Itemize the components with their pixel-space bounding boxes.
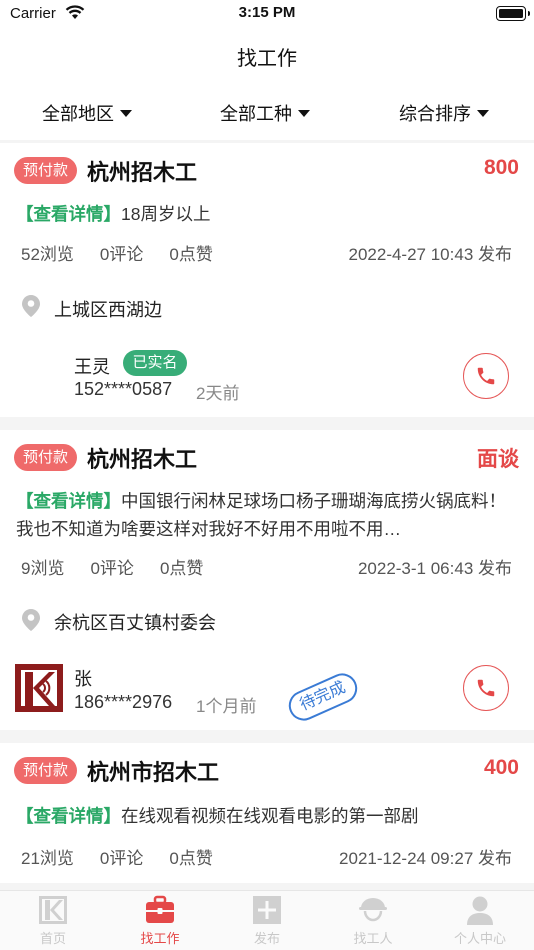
job-salary: 面谈 <box>477 448 519 471</box>
job-card[interactable]: 预付款 杭州市招木工 400 【查看详情】在线观看视频在线观看电影的第一部剧 2… <box>0 743 534 883</box>
tab-find-job[interactable]: 找工作 <box>107 891 213 950</box>
location-pin-icon <box>22 295 40 322</box>
triangle-down-icon <box>120 109 132 117</box>
status-stamp: 待完成 <box>284 668 362 726</box>
job-title: 杭州市招木工 <box>87 760 220 785</box>
status-bar: Carrier 3:15 PM <box>0 0 534 30</box>
job-location: 余杭区百丈镇村委会 <box>54 613 216 633</box>
person-icon <box>465 895 495 925</box>
job-description-text: 18周岁以上 <box>121 204 211 224</box>
filter-region-label: 全部地区 <box>42 104 114 124</box>
tab-home[interactable]: 首页 <box>0 891 106 950</box>
view-details-link[interactable]: 【查看详情】 <box>16 491 121 511</box>
job-salary: 800 <box>483 156 519 179</box>
job-card[interactable]: 预付款 杭州招木工 面谈 【查看详情】中国银行闲林足球场口杨子珊瑚海底捞火锅底料… <box>0 430 534 730</box>
clock: 3:15 PM <box>238 4 296 21</box>
phone-icon <box>477 679 495 697</box>
tab-label: 首页 <box>39 931 66 946</box>
job-title: 杭州招木工 <box>87 447 198 472</box>
view-count: 52浏览 <box>21 245 74 264</box>
view-details-link[interactable]: 【查看详情】 <box>16 806 121 826</box>
view-details-link[interactable]: 【查看详情】 <box>16 204 121 224</box>
briefcase-icon <box>145 895 175 925</box>
filter-sort-label: 综合排序 <box>399 104 471 124</box>
view-count: 21浏览 <box>21 849 74 868</box>
tab-label: 发布 <box>253 931 280 946</box>
view-count: 9浏览 <box>21 559 65 578</box>
triangle-down-icon <box>477 109 489 117</box>
job-description: 【查看详情】在线观看视频在线观看电影的第一部剧 <box>16 802 516 830</box>
prepaid-badge: 预付款 <box>14 757 77 784</box>
prepaid-badge: 预付款 <box>14 157 77 184</box>
triangle-down-icon <box>298 109 310 117</box>
home-logo-icon <box>38 895 68 925</box>
job-description-text: 在线观看视频在线观看电影的第一部剧 <box>121 806 419 826</box>
job-stats: 9浏览 0评论 0点赞 <box>21 554 229 579</box>
tab-bar: 首页 找工作 发布 找工人 个人中心 <box>0 890 534 950</box>
prepaid-badge: 预付款 <box>14 444 77 471</box>
job-title: 杭州招木工 <box>87 160 198 185</box>
post-date: 2021-12-24 09:27 发布 <box>339 849 512 868</box>
location-pin-icon <box>22 609 40 636</box>
job-salary: 400 <box>483 756 519 779</box>
call-button[interactable] <box>463 665 509 711</box>
hardhat-worker-icon <box>358 895 388 925</box>
comment-count: 0评论 <box>99 245 144 264</box>
job-location: 上城区西湖边 <box>54 300 162 320</box>
post-date: 2022-3-1 06:43 发布 <box>357 559 512 578</box>
filter-trade-label: 全部工种 <box>220 104 292 124</box>
job-description: 【查看详情】18周岁以上 <box>16 200 516 228</box>
tab-label: 找工人 <box>353 931 393 946</box>
verified-badge: 已实名 <box>123 350 187 376</box>
poster-name: 王灵 <box>74 357 110 377</box>
filter-sort[interactable]: 综合排序 <box>399 100 489 126</box>
like-count: 0点赞 <box>169 245 213 264</box>
poster-name: 张 <box>74 669 92 689</box>
job-card[interactable]: 预付款 杭州招木工 800 【查看详情】18周岁以上 52浏览 0评论 0点赞 20… <box>0 143 534 417</box>
like-count: 0点赞 <box>169 849 213 868</box>
filter-trade[interactable]: 全部工种 <box>220 100 310 126</box>
job-description: 【查看详情】中国银行闲林足球场口杨子珊瑚海底捞火锅底料！我也不知道为啥要这样对我… <box>16 487 516 543</box>
job-stats: 21浏览 0评论 0点赞 <box>21 844 239 869</box>
page-title: 找工作 <box>237 48 297 70</box>
comment-count: 0评论 <box>90 559 134 578</box>
like-count: 0点赞 <box>159 559 204 578</box>
tab-label: 找工作 <box>140 931 180 946</box>
battery-icon <box>496 6 530 21</box>
tab-profile[interactable]: 个人中心 <box>427 891 533 950</box>
filter-region[interactable]: 全部地区 <box>42 100 132 126</box>
job-stats: 52浏览 0评论 0点赞 <box>21 240 239 265</box>
call-button[interactable] <box>463 353 509 399</box>
tab-post[interactable]: 发布 <box>214 891 320 950</box>
tab-label: 个人中心 <box>453 931 506 946</box>
nav-bar: 找工作 <box>0 30 534 80</box>
phone-icon <box>477 367 495 385</box>
plus-square-icon <box>252 895 282 925</box>
post-date: 2022-4-27 10:43 发布 <box>348 245 513 264</box>
filter-bar: 全部地区 全部工种 综合排序 <box>0 80 534 140</box>
comment-count: 0评论 <box>99 849 144 868</box>
poster-phone: 186****2976 <box>74 692 173 712</box>
posted-ago: 2天前 <box>196 384 240 403</box>
tab-find-worker[interactable]: 找工人 <box>320 891 426 950</box>
poster-phone: 152****0587 <box>74 379 173 399</box>
avatar[interactable] <box>15 664 63 712</box>
posted-ago: 1个月前 <box>196 697 257 716</box>
